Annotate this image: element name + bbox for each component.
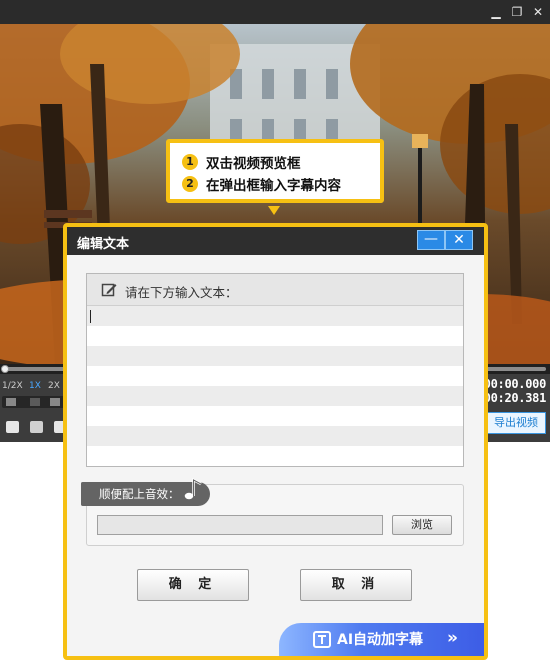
confirm-button[interactable]: 确 定 bbox=[137, 569, 249, 601]
step-number: 2 bbox=[182, 176, 198, 192]
text-caret bbox=[90, 310, 91, 323]
restore-icon[interactable]: ❐ bbox=[509, 4, 525, 20]
speed-half[interactable]: 1/2X bbox=[2, 381, 23, 391]
edit-icon bbox=[101, 283, 117, 297]
step-back-icon[interactable] bbox=[6, 398, 16, 406]
volume-knob[interactable] bbox=[30, 398, 40, 406]
callout-pointer bbox=[268, 206, 280, 215]
music-note-icon bbox=[183, 478, 202, 501]
subtitle-icon[interactable] bbox=[6, 421, 19, 433]
browse-button[interactable]: 浏览 bbox=[392, 515, 452, 535]
cancel-button[interactable]: 取 消 bbox=[300, 569, 412, 601]
dialog-title-bar[interactable]: 编辑文本 — ✕ bbox=[67, 227, 484, 255]
folder-icon[interactable] bbox=[30, 421, 43, 433]
dialog-minimize-button[interactable]: — bbox=[417, 230, 445, 250]
timeline-knob[interactable] bbox=[1, 365, 9, 373]
step-number: 1 bbox=[182, 154, 198, 170]
text-prompt-label: 请在下方输入文本： bbox=[125, 285, 238, 300]
subtitle-text-area[interactable] bbox=[87, 306, 463, 466]
dialog-close-button[interactable]: ✕ bbox=[445, 230, 473, 250]
sound-file-input[interactable] bbox=[97, 515, 383, 535]
text-input-panel: 请在下方输入文本： bbox=[86, 273, 464, 467]
step-text: 在弹出框输入字幕内容 bbox=[206, 178, 341, 194]
speed-normal[interactable]: 1X bbox=[29, 381, 41, 391]
toolbar bbox=[0, 419, 70, 436]
minimize-icon[interactable]: ▁ bbox=[488, 4, 504, 20]
edit-text-dialog: 编辑文本 — ✕ 请在下方输入文本： 顺便配上音效： 浏览 确 定 取 消 AI… bbox=[67, 227, 484, 656]
double-chevron-icon: » bbox=[447, 628, 458, 648]
window-title-bar: ▁ ❐ ✕ bbox=[0, 0, 550, 24]
subtitle-tool-icon bbox=[313, 631, 331, 648]
step-forward-icon[interactable] bbox=[50, 398, 60, 406]
close-icon[interactable]: ✕ bbox=[530, 4, 546, 20]
speed-double[interactable]: 2X bbox=[48, 381, 60, 391]
callout-step-2: 2 在弹出框输入字幕内容 bbox=[182, 174, 341, 194]
callout-step-1: 1 双击视频预览框 bbox=[182, 152, 301, 172]
step-text: 双击视频预览框 bbox=[206, 156, 301, 172]
ai-button-label: AI自动加字幕 bbox=[337, 632, 424, 648]
dialog-title: 编辑文本 bbox=[77, 237, 130, 252]
instruction-callout: 1 双击视频预览框 2 在弹出框输入字幕内容 bbox=[166, 139, 384, 203]
text-panel-header: 请在下方输入文本： bbox=[87, 274, 463, 306]
export-video-button[interactable]: 导出视频 bbox=[486, 412, 546, 434]
volume-bar[interactable] bbox=[2, 396, 64, 408]
ai-auto-subtitle-button[interactable]: AI自动加字幕 » bbox=[279, 623, 484, 656]
